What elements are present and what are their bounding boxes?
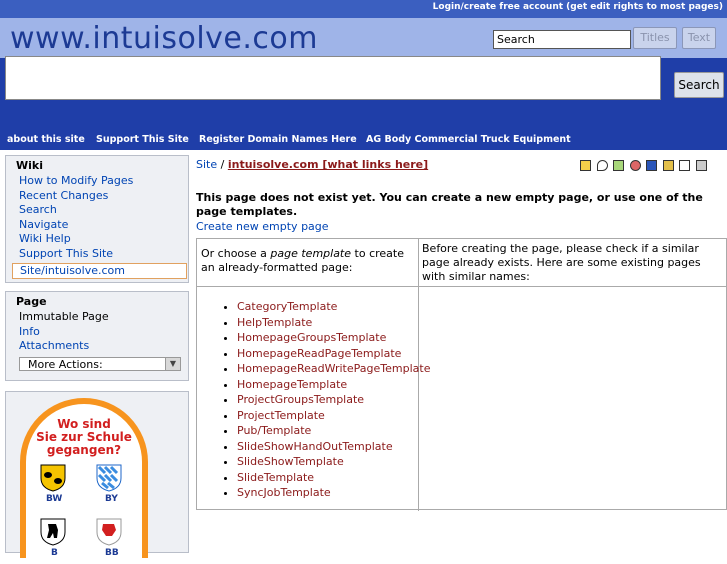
wiki-panel-title: Wiki: [16, 159, 43, 172]
sidebar-item-info[interactable]: Info: [19, 325, 40, 338]
page-panel-title: Page: [16, 295, 47, 308]
sidebar-item-current-page[interactable]: Site/intuisolve.com: [20, 264, 125, 277]
top-bar: Login/create free account (get edit righ…: [0, 0, 727, 18]
list-item: Pub/Template: [237, 423, 430, 439]
template-link[interactable]: SlideTemplate: [237, 471, 314, 484]
up-icon[interactable]: [580, 160, 591, 171]
template-link[interactable]: Pub/Template: [237, 424, 311, 437]
breadcrumb-parent-link[interactable]: Site: [196, 158, 217, 171]
text-button[interactable]: Text: [682, 27, 716, 49]
subscribe-icon[interactable]: [662, 160, 674, 171]
ad-line-3: gegangen?: [46, 443, 122, 457]
template-link[interactable]: SlideShowTemplate: [237, 455, 344, 468]
wiki-panel: Wiki How to Modify Pages Recent Changes …: [5, 155, 189, 283]
edit-icon[interactable]: [613, 160, 624, 171]
sidebar-item-navigate[interactable]: Navigate: [19, 218, 68, 231]
sidebar-item-search[interactable]: Search: [19, 203, 57, 216]
site-title[interactable]: www.intuisolve.com: [10, 22, 318, 56]
nav-about[interactable]: about this site: [7, 134, 85, 145]
template-link[interactable]: HomepageReadPageTemplate: [237, 347, 401, 360]
page-action-icons: [580, 160, 709, 173]
list-item: SlideShowTemplate: [237, 454, 430, 470]
more-actions-select[interactable]: More Actions: ▼: [19, 356, 181, 371]
nav-support[interactable]: Support This Site: [96, 134, 189, 145]
info-icon[interactable]: [646, 160, 657, 171]
by-label: BY: [105, 494, 118, 504]
more-actions-label: More Actions:: [28, 357, 103, 371]
diff-icon[interactable]: [629, 160, 641, 171]
list-item: HomepageReadWritePageTemplate: [237, 361, 430, 377]
big-search-input[interactable]: [5, 56, 661, 100]
sidebar-item-attachments[interactable]: Attachments: [19, 339, 89, 352]
b-label: B: [51, 548, 58, 558]
bw-crest-icon: [40, 464, 66, 492]
big-search-button[interactable]: Search: [674, 72, 724, 98]
chevron-down-icon: ▼: [165, 357, 180, 370]
breadcrumb-separator: /: [220, 158, 225, 171]
breadcrumb-current-link[interactable]: intuisolve.com [what links here]: [228, 158, 428, 171]
choose-template-cell: Or choose a page template to create an a…: [197, 239, 419, 287]
list-item: HomepageReadPageTemplate: [237, 346, 430, 362]
bb-label: BB: [105, 548, 119, 558]
list-item: ProjectGroupsTemplate: [237, 392, 430, 408]
list-item: SlideShowHandOutTemplate: [237, 439, 430, 455]
login-link[interactable]: Login/create free account (get edit righ…: [433, 2, 723, 12]
brandenburg-crest-icon: [96, 518, 122, 546]
similar-pages-list-cell: [419, 287, 727, 511]
bw-label: BW: [46, 494, 63, 504]
by-crest-icon: [96, 464, 122, 492]
nav-ag-body[interactable]: AG Body Commercial Truck Equipment: [366, 134, 571, 145]
list-item: HelpTemplate: [237, 315, 430, 331]
page-panel: Page Immutable Page Info Attachments Mor…: [5, 291, 189, 381]
template-link[interactable]: SyncJobTemplate: [237, 486, 331, 499]
create-empty-page-link[interactable]: Create new empty page: [196, 220, 329, 233]
template-link[interactable]: ProjectTemplate: [237, 409, 325, 422]
search-input[interactable]: [493, 30, 631, 49]
template-list: CategoryTemplate HelpTemplate HomepageGr…: [197, 299, 430, 501]
template-table: Or choose a page template to create an a…: [196, 238, 727, 511]
choose-template-prefix: Or choose a: [201, 247, 271, 260]
template-link[interactable]: HomepageGroupsTemplate: [237, 331, 386, 344]
page-missing-heading: This page does not exist yet. You can cr…: [196, 191, 703, 218]
header: www.intuisolve.com Titles Text: [0, 18, 727, 58]
list-item: CategoryTemplate: [237, 299, 430, 315]
berlin-crest-icon: [40, 518, 66, 546]
template-link[interactable]: HelpTemplate: [237, 316, 312, 329]
comment-icon[interactable]: [596, 160, 608, 171]
list-item: SyncJobTemplate: [237, 485, 430, 501]
school-ad-banner[interactable]: Wo sind Sie zur Schule gegangen? BW BY B: [20, 398, 148, 564]
list-item: HomepageGroupsTemplate: [237, 330, 430, 346]
breadcrumb: Site / intuisolve.com [what links here]: [196, 158, 428, 171]
titles-button[interactable]: Titles: [633, 27, 677, 49]
template-link[interactable]: ProjectGroupsTemplate: [237, 393, 364, 406]
list-item: ProjectTemplate: [237, 408, 430, 424]
list-item: HomepageTemplate: [237, 377, 430, 393]
template-list-cell: CategoryTemplate HelpTemplate HomepageGr…: [197, 287, 430, 511]
nav-register-domains[interactable]: Register Domain Names Here: [199, 134, 357, 145]
template-link[interactable]: HomepageReadWritePageTemplate: [237, 362, 430, 375]
similar-pages-cell: Before creating the page, please check i…: [419, 239, 727, 287]
sidebar-item-modify[interactable]: How to Modify Pages: [19, 174, 133, 187]
print-icon[interactable]: [695, 160, 707, 171]
sidebar-item-support[interactable]: Support This Site: [19, 247, 113, 260]
template-link[interactable]: CategoryTemplate: [237, 300, 337, 313]
similar-pages-text: Before creating the page, please check i…: [422, 242, 701, 283]
sidebar-item-wiki-help[interactable]: Wiki Help: [19, 232, 71, 245]
raw-icon[interactable]: [679, 160, 690, 171]
list-item: SlideTemplate: [237, 470, 430, 486]
template-link[interactable]: SlideShowHandOutTemplate: [237, 440, 393, 453]
immutable-page-label: Immutable Page: [19, 310, 109, 323]
choose-template-emphasis: page template: [270, 247, 352, 260]
nav-bar: about this site Support This Site Regist…: [0, 130, 727, 150]
ad-panel: Wo sind Sie zur Schule gegangen? BW BY B: [5, 391, 189, 564]
template-link[interactable]: HomepageTemplate: [237, 378, 347, 391]
sidebar-item-recent-changes[interactable]: Recent Changes: [19, 189, 108, 202]
